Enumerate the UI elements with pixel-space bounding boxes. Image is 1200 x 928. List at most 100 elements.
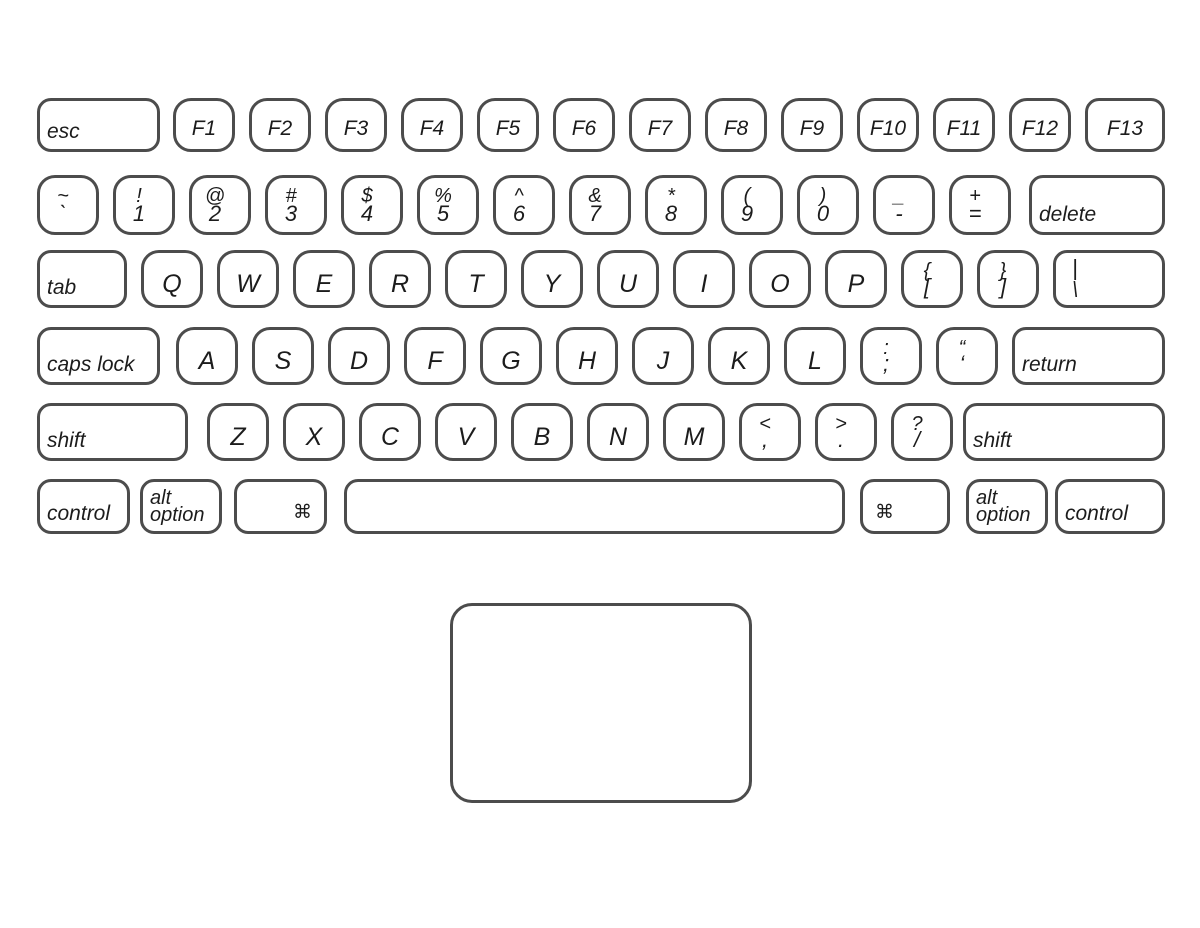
key-f12[interactable]: F12 bbox=[1009, 98, 1071, 152]
key-backslash[interactable]: | \ bbox=[1053, 250, 1165, 308]
key-label-f7: F7 bbox=[647, 117, 673, 140]
key-return[interactable]: return bbox=[1012, 327, 1165, 385]
key-letter-p[interactable]: P bbox=[825, 250, 887, 308]
key-label-letter-m: M bbox=[683, 423, 705, 451]
key-quote[interactable]: “‘ bbox=[936, 327, 998, 385]
key-label-letter-t: T bbox=[468, 270, 484, 298]
key-command-right[interactable]: ⌘ bbox=[860, 479, 950, 534]
key-digit-7[interactable]: & 7 bbox=[569, 175, 631, 235]
key-letter-l[interactable]: L bbox=[784, 327, 846, 385]
key-digit-1[interactable]: ! 1 bbox=[113, 175, 175, 235]
key-face-f2: F2 bbox=[252, 101, 308, 149]
key-letter-g[interactable]: G bbox=[480, 327, 542, 385]
trackpad[interactable] bbox=[450, 603, 752, 803]
key-letter-c[interactable]: C bbox=[359, 403, 421, 461]
key-letter-w[interactable]: W bbox=[217, 250, 279, 308]
key-minus[interactable]: _ - bbox=[873, 175, 935, 235]
key-digit-0[interactable]: ) 0 bbox=[797, 175, 859, 235]
key-control-right[interactable]: control bbox=[1055, 479, 1165, 534]
key-digit-2[interactable]: @2 bbox=[189, 175, 251, 235]
key-letter-d[interactable]: D bbox=[328, 327, 390, 385]
key-letter-v[interactable]: V bbox=[435, 403, 497, 461]
key-label-letter-i: I bbox=[700, 270, 708, 298]
key-letter-k[interactable]: K bbox=[708, 327, 770, 385]
key-f6[interactable]: F6 bbox=[553, 98, 615, 152]
key-face-letter-w: W bbox=[220, 253, 276, 305]
key-letter-u[interactable]: U bbox=[597, 250, 659, 308]
key-face-f6: F6 bbox=[556, 101, 612, 149]
key-face-f1: F1 bbox=[176, 101, 232, 149]
key-digit-8[interactable]: * 8 bbox=[645, 175, 707, 235]
key-letter-t[interactable]: T bbox=[445, 250, 507, 308]
key-caps-lock[interactable]: caps lock bbox=[37, 327, 160, 385]
key-base-legend-digit-1: 1 bbox=[132, 201, 146, 226]
key-letter-i[interactable]: I bbox=[673, 250, 735, 308]
key-shift-left[interactable]: shift bbox=[37, 403, 188, 461]
key-backtick[interactable]: ~ ` bbox=[37, 175, 99, 235]
key-f10[interactable]: F10 bbox=[857, 98, 919, 152]
key-esc[interactable]: esc bbox=[37, 98, 160, 152]
key-letter-b[interactable]: B bbox=[511, 403, 573, 461]
key-face-f12: F12 bbox=[1012, 101, 1068, 149]
key-f1[interactable]: F1 bbox=[173, 98, 235, 152]
key-f9[interactable]: F9 bbox=[781, 98, 843, 152]
key-command-left[interactable]: ⌘ bbox=[234, 479, 327, 534]
key-letter-j[interactable]: J bbox=[632, 327, 694, 385]
key-tab[interactable]: tab bbox=[37, 250, 127, 308]
key-shift-right[interactable]: shift bbox=[963, 403, 1165, 461]
key-digit-9[interactable]: (9 bbox=[721, 175, 783, 235]
key-digit-6[interactable]: ^ 6 bbox=[493, 175, 555, 235]
key-letter-z[interactable]: Z bbox=[207, 403, 269, 461]
key-letter-o[interactable]: O bbox=[749, 250, 811, 308]
key-face-f11: F11 bbox=[936, 101, 992, 149]
key-letter-f[interactable]: F bbox=[404, 327, 466, 385]
key-f5[interactable]: F5 bbox=[477, 98, 539, 152]
key-base-legend-backtick: ` bbox=[59, 201, 67, 226]
key-face-f10: F10 bbox=[860, 101, 916, 149]
key-slash[interactable]: ? / bbox=[891, 403, 953, 461]
key-period[interactable]: >. bbox=[815, 403, 877, 461]
key-letter-x[interactable]: X bbox=[283, 403, 345, 461]
key-label-letter-s: S bbox=[274, 347, 292, 375]
key-letter-h[interactable]: H bbox=[556, 327, 618, 385]
key-f2[interactable]: F2 bbox=[249, 98, 311, 152]
key-face-letter-h: H bbox=[559, 330, 615, 382]
key-f13[interactable]: F13 bbox=[1085, 98, 1165, 152]
key-face-f7: F7 bbox=[632, 101, 688, 149]
key-label-letter-g: G bbox=[501, 347, 521, 375]
key-face-letter-o: O bbox=[752, 253, 808, 305]
key-label-f13: F13 bbox=[1106, 117, 1144, 140]
key-face-option-left: alt option bbox=[143, 482, 219, 531]
key-equal[interactable]: + = bbox=[949, 175, 1011, 235]
key-delete[interactable]: delete bbox=[1029, 175, 1165, 235]
key-digit-5[interactable]: % 5 bbox=[417, 175, 479, 235]
key-option-left[interactable]: alt option bbox=[140, 479, 222, 534]
key-option-right[interactable]: alt option bbox=[966, 479, 1048, 534]
key-letter-y[interactable]: Y bbox=[521, 250, 583, 308]
key-letter-m[interactable]: M bbox=[663, 403, 725, 461]
key-f3[interactable]: F3 bbox=[325, 98, 387, 152]
key-f11[interactable]: F11 bbox=[933, 98, 995, 152]
key-bracket-right[interactable]: }] bbox=[977, 250, 1039, 308]
key-digit-4[interactable]: $4 bbox=[341, 175, 403, 235]
key-letter-s[interactable]: S bbox=[252, 327, 314, 385]
key-space[interactable] bbox=[344, 479, 845, 534]
key-semicolon[interactable]: :; bbox=[860, 327, 922, 385]
key-letter-a[interactable]: A bbox=[176, 327, 238, 385]
key-letter-e[interactable]: E bbox=[293, 250, 355, 308]
key-control-left[interactable]: control bbox=[37, 479, 130, 534]
key-face-return: return bbox=[1015, 330, 1162, 382]
key-digit-3[interactable]: #3 bbox=[265, 175, 327, 235]
key-letter-r[interactable]: R bbox=[369, 250, 431, 308]
key-f7[interactable]: F7 bbox=[629, 98, 691, 152]
key-base-legend-equal: = bbox=[968, 201, 982, 226]
key-label-letter-p: P bbox=[847, 270, 865, 298]
key-label-f8: F8 bbox=[723, 117, 749, 140]
key-f4[interactable]: F4 bbox=[401, 98, 463, 152]
key-bracket-left[interactable]: {[ bbox=[901, 250, 963, 308]
key-face-letter-g: G bbox=[483, 330, 539, 382]
key-f8[interactable]: F8 bbox=[705, 98, 767, 152]
key-letter-q[interactable]: Q bbox=[141, 250, 203, 308]
key-comma[interactable]: <, bbox=[739, 403, 801, 461]
key-letter-n[interactable]: N bbox=[587, 403, 649, 461]
